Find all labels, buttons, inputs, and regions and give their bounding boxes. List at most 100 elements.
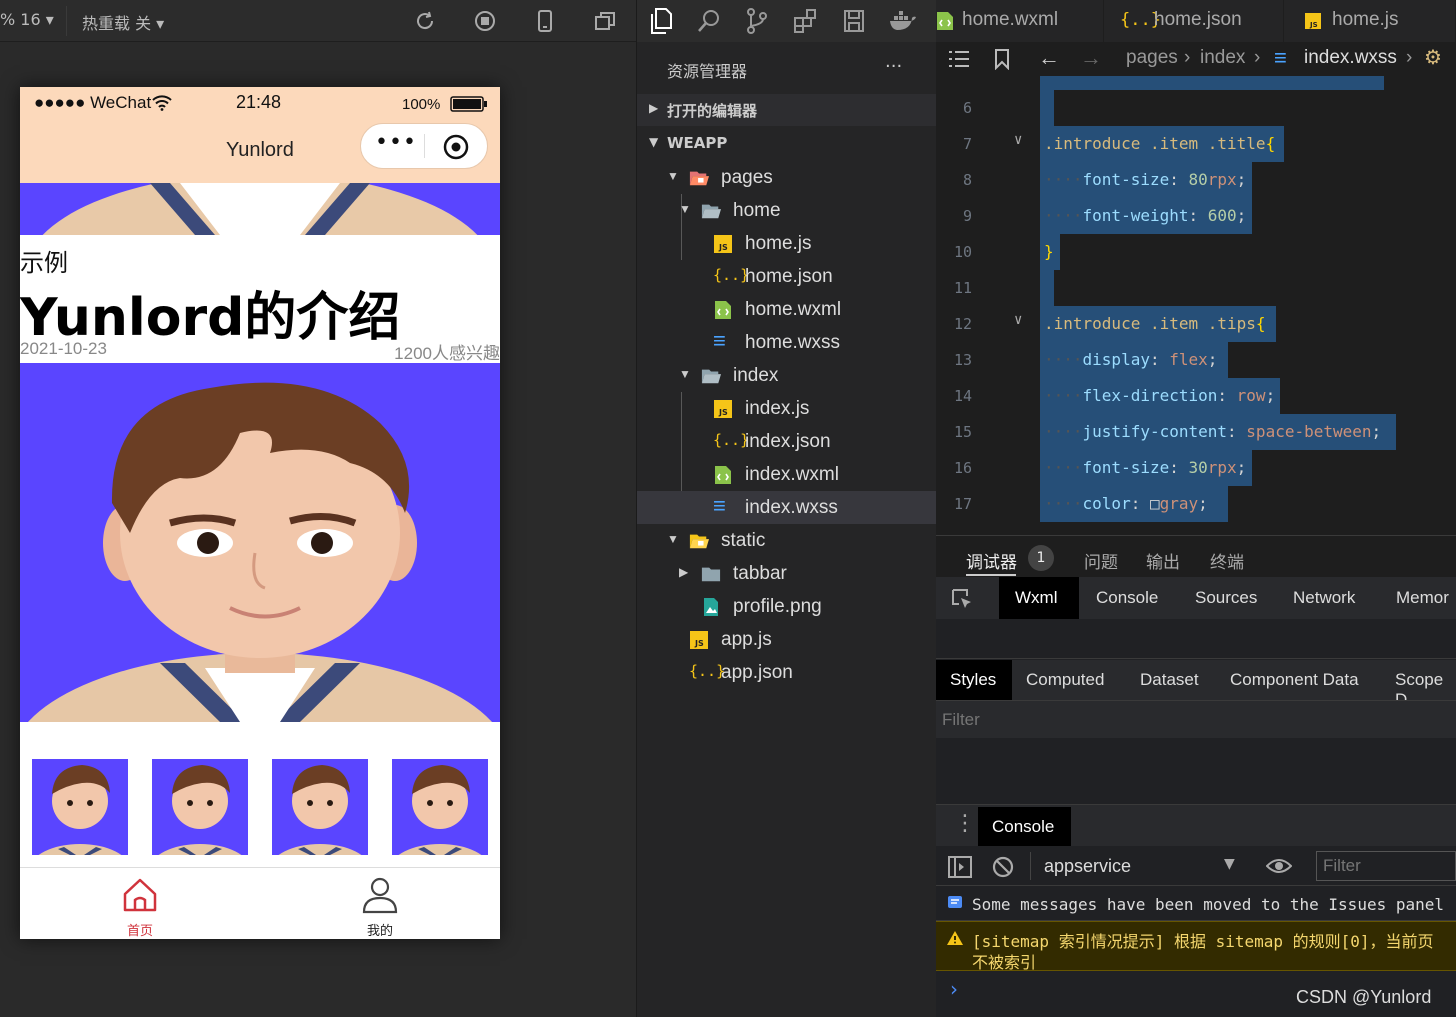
tab-home-json[interactable]: {..} home.json [1104, 0, 1284, 42]
tab-terminal[interactable]: 终端 [1210, 548, 1244, 573]
console-filter-input[interactable] [1316, 851, 1456, 881]
tree-item-home-js[interactable]: JS home.js [637, 227, 937, 260]
tab-home-js[interactable]: JS home.js [1284, 0, 1456, 42]
code-line[interactable]: 12 ∨ .introduce .item .tips{ [936, 306, 1456, 342]
eye-icon[interactable] [1266, 857, 1292, 875]
code-line[interactable]: 11 [936, 270, 1456, 306]
tree-item-static[interactable]: ▼ static [637, 524, 937, 557]
extensions-icon[interactable] [793, 8, 817, 34]
json-file-icon: {..} [713, 266, 750, 284]
zoom-select[interactable]: % 16 ▾ [0, 10, 54, 29]
tab-profile[interactable]: 我的 [260, 872, 500, 939]
docker-icon[interactable] [889, 10, 917, 32]
tree-item-index-json[interactable]: {..} index.json [637, 425, 937, 458]
tab-memory[interactable]: Memor [1396, 588, 1449, 608]
tab-home-wxml[interactable]: home.wxml [936, 0, 1104, 42]
breadcrumb-pages[interactable]: pages [1126, 47, 1178, 69]
drawer-menu-icon[interactable]: ⋮ [954, 811, 976, 836]
tree-item-tabbar[interactable]: ▶ tabbar [637, 557, 937, 590]
code-text: ····font-weight: 600; [1044, 206, 1246, 225]
tree-item-index-js[interactable]: JS index.js [637, 392, 937, 425]
tab-wxml[interactable]: Wxml [999, 577, 1079, 619]
search-icon[interactable] [697, 8, 721, 34]
section-workspace[interactable]: ▼ WEAPP [637, 128, 937, 160]
console-prompt[interactable]: › [950, 977, 958, 1001]
dropdown-arrow-icon[interactable]: ▼ [1224, 856, 1235, 872]
tree-item-home-json[interactable]: {..} home.json [637, 260, 937, 293]
tree-item-label: home [733, 200, 781, 221]
tree-item-app-json[interactable]: {..} app.json [637, 656, 937, 689]
styles-filter-input[interactable] [942, 707, 1442, 733]
tab-console[interactable]: Console [1096, 588, 1158, 608]
code-text: ····font-size: 30rpx; [1044, 458, 1246, 477]
phone-icon[interactable] [533, 9, 557, 33]
files-icon[interactable] [649, 8, 673, 34]
console-message-info: Some messages have been moved to the Iss… [936, 887, 1456, 921]
fold-chevron-icon[interactable]: ∨ [1014, 312, 1022, 328]
code-line[interactable]: 16 ····font-size: 30rpx; [936, 450, 1456, 486]
thumbnail-4[interactable] [392, 759, 488, 855]
context-select[interactable]: appservice [1044, 856, 1131, 877]
source-control-icon[interactable] [745, 8, 769, 34]
svg-text:JS: JS [718, 408, 728, 417]
code-line[interactable]: 13 ····display: flex; [936, 342, 1456, 378]
back-arrow-icon[interactable]: ← [1038, 45, 1060, 71]
list-icon[interactable] [948, 50, 970, 68]
stop-icon[interactable] [473, 9, 497, 33]
tree-item-pages[interactable]: ▼ pages [637, 161, 937, 194]
tab-dataset[interactable]: Dataset [1140, 670, 1199, 690]
code-line[interactable]: 17 ····color: □gray; [936, 486, 1456, 522]
bookmark-icon[interactable] [994, 48, 1010, 70]
tree-item-index[interactable]: ▼ index [637, 359, 937, 392]
detach-window-icon[interactable] [593, 9, 617, 33]
breadcrumb-index[interactable]: index [1200, 47, 1245, 69]
tree-item-home[interactable]: ▼ home [637, 194, 937, 227]
tab-debugger[interactable]: 调试器 [966, 548, 1017, 573]
tree-item-index-wxml[interactable]: index.wxml [637, 458, 937, 491]
tree-item-home-wxml[interactable]: home.wxml [637, 293, 937, 326]
code-line[interactable]: 8 ····font-size: 80rpx; [936, 162, 1456, 198]
refresh-icon[interactable] [413, 9, 437, 33]
inspect-element-icon[interactable] [950, 587, 974, 611]
tree-item-home-wxss[interactable]: ≡ home.wxss [637, 326, 937, 359]
folder-open-icon [701, 194, 725, 227]
code-line[interactable]: 15 ····justify-content: space-between; [936, 414, 1456, 450]
tree-item-profile-png[interactable]: profile.png [637, 590, 937, 623]
forward-arrow-icon[interactable]: → [1080, 45, 1102, 71]
tab-component-data[interactable]: Component Data [1230, 670, 1359, 690]
line-number: 9 [962, 207, 972, 225]
more-icon[interactable]: ••• [375, 130, 417, 155]
intro-tips: 2021-10-23 1200人感兴趣 [20, 339, 500, 363]
code-line[interactable]: 10} [936, 234, 1456, 270]
tab-issues[interactable]: 问题 [1084, 548, 1118, 573]
tab-styles[interactable]: Styles [936, 660, 1012, 700]
phone-screen: ●●●●● WeChat 21:48 100% Yunlord ••• 示例 Y… [20, 87, 500, 939]
section-open-editors[interactable]: ▶ 打开的编辑器 [637, 94, 937, 126]
code-line[interactable]: 9 ····font-weight: 600; [936, 198, 1456, 234]
clear-console-icon[interactable] [992, 856, 1014, 878]
code-line[interactable]: 6 [936, 90, 1456, 126]
breadcrumb-file[interactable]: index.wxss [1304, 47, 1397, 69]
code-line[interactable]: 14 ····flex-direction: row; [936, 378, 1456, 414]
code-line[interactable]: 7 ∨ .introduce .item .title{ [936, 126, 1456, 162]
hot-reload-toggle[interactable]: 热重载 关 ▾ [82, 10, 164, 34]
sidebar-toggle-icon[interactable] [948, 856, 972, 878]
thumbnail-1[interactable] [32, 759, 128, 855]
drawer-tab-console[interactable]: Console [978, 807, 1071, 847]
tab-sources[interactable]: Sources [1195, 588, 1257, 608]
explorer-more-button[interactable]: ··· [885, 56, 902, 77]
code-text: .introduce .item .tips{ [1044, 314, 1266, 333]
fold-chevron-icon[interactable]: ∨ [1014, 132, 1022, 148]
thumbnail-2[interactable] [152, 759, 248, 855]
tab-computed[interactable]: Computed [1026, 670, 1104, 690]
wxml-file-icon [937, 12, 953, 30]
tab-home[interactable]: 首页 [20, 872, 260, 939]
tree-item-label: index.wxml [745, 464, 839, 485]
tree-item-app-js[interactable]: JS app.js [637, 623, 937, 656]
tree-item-index-wxss[interactable]: ≡ index.wxss [637, 491, 937, 524]
storage-icon[interactable] [843, 8, 865, 34]
tab-network[interactable]: Network [1293, 588, 1355, 608]
tab-output[interactable]: 输出 [1146, 548, 1180, 573]
close-miniprogram-icon[interactable] [443, 134, 469, 160]
thumbnail-3[interactable] [272, 759, 368, 855]
